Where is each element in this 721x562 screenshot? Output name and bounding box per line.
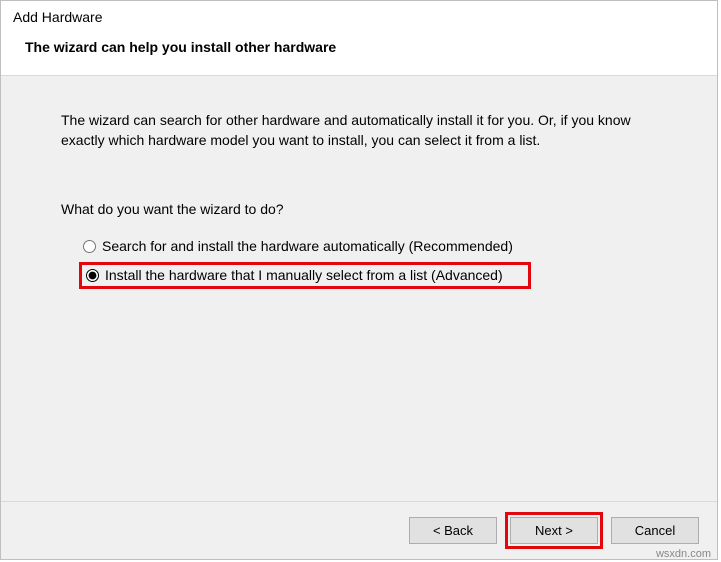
radio-label-auto: Search for and install the hardware auto… — [102, 239, 513, 253]
next-button-wrap: Next > — [505, 512, 603, 549]
dialog-body: The wizard can search for other hardware… — [1, 75, 717, 501]
radio-input-manual[interactable] — [86, 269, 99, 282]
intro-text: The wizard can search for other hardware… — [61, 110, 641, 151]
question-text: What do you want the wizard to do? — [61, 201, 677, 217]
back-button[interactable]: < Back — [409, 517, 497, 544]
add-hardware-dialog: Add Hardware The wizard can help you ins… — [0, 0, 718, 560]
radio-option-manual[interactable]: Install the hardware that I manually sel… — [79, 262, 531, 289]
radio-label-manual: Install the hardware that I manually sel… — [105, 268, 503, 282]
back-button-wrap: < Back — [409, 517, 497, 544]
cancel-button[interactable]: Cancel — [611, 517, 699, 544]
dialog-title: Add Hardware — [13, 7, 705, 39]
radio-input-auto[interactable] — [83, 240, 96, 253]
wizard-action-radio-group: Search for and install the hardware auto… — [61, 233, 677, 289]
dialog-footer: < Back Next > Cancel — [1, 501, 717, 559]
next-button[interactable]: Next > — [510, 517, 598, 544]
dialog-header: Add Hardware The wizard can help you ins… — [1, 1, 717, 75]
cancel-button-wrap: Cancel — [611, 517, 699, 544]
dialog-subtitle: The wizard can help you install other ha… — [13, 39, 705, 75]
radio-option-auto[interactable]: Search for and install the hardware auto… — [79, 233, 677, 260]
watermark: wsxdn.com — [656, 548, 711, 560]
